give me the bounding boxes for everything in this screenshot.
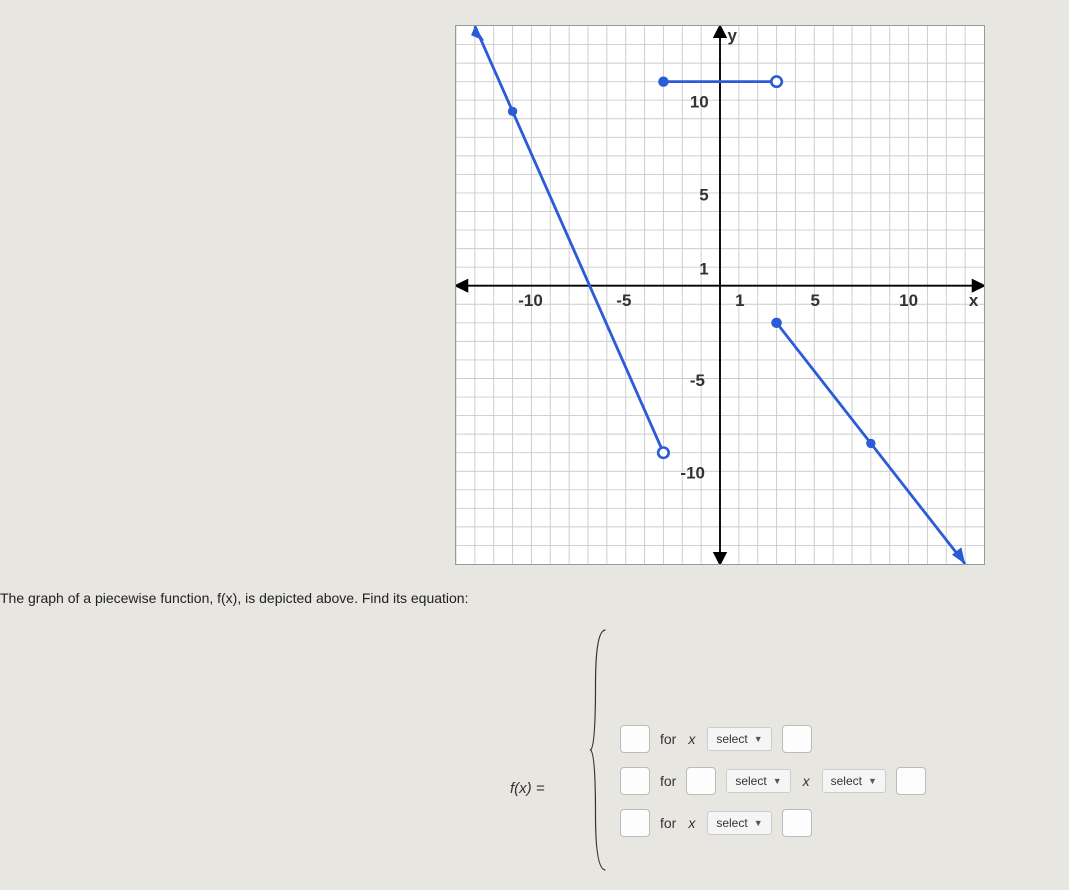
ytick-neg10: -10 <box>680 464 705 483</box>
select-label-2b: select <box>831 774 862 788</box>
select-label-1: select <box>716 732 747 746</box>
graph-panel: -10 -5 1 5 10 10 5 1 -5 -10 y x <box>455 25 985 565</box>
select-label-3: select <box>716 816 747 830</box>
xtick-neg10: -10 <box>518 291 543 310</box>
xtick-neg5: -5 <box>616 291 631 310</box>
chevron-down-icon: ▼ <box>754 734 763 744</box>
chevron-down-icon: ▼ <box>773 776 782 786</box>
x-var-3: x <box>688 815 695 831</box>
ytick-1: 1 <box>699 260 708 279</box>
piece-row-2: for select ▼ x select ▼ <box>620 767 926 795</box>
value-input-3[interactable] <box>782 809 812 837</box>
value-input-2b[interactable] <box>896 767 926 795</box>
fx-label: f(x) = <box>510 780 545 797</box>
piece-row-1: for x select ▼ <box>620 725 926 753</box>
value-input-2a[interactable] <box>686 767 716 795</box>
select-label-2a: select <box>735 774 766 788</box>
operator-select-1[interactable]: select ▼ <box>707 727 771 751</box>
value-input-1[interactable] <box>782 725 812 753</box>
brace-icon <box>588 625 613 875</box>
graph-svg: -10 -5 1 5 10 10 5 1 -5 -10 y x <box>456 26 984 564</box>
ytick-10: 10 <box>690 93 709 112</box>
operator-select-3[interactable]: select ▼ <box>707 811 771 835</box>
for-label-3: for <box>660 815 676 831</box>
y-axis-label: y <box>728 26 738 45</box>
x-axis-label: x <box>969 291 979 310</box>
x-var-1: x <box>688 731 695 747</box>
problem-prompt: The graph of a piecewise function, f(x),… <box>0 590 469 606</box>
expression-input-1[interactable] <box>620 725 650 753</box>
chevron-down-icon: ▼ <box>754 818 763 828</box>
expression-input-3[interactable] <box>620 809 650 837</box>
chevron-down-icon: ▼ <box>868 776 877 786</box>
piece-row-3: for x select ▼ <box>620 809 926 837</box>
x-var-2: x <box>803 773 810 789</box>
xtick-5: 5 <box>811 291 820 310</box>
for-label-1: for <box>660 731 676 747</box>
equation-block: f(x) = for x select ▼ for select ▼ x <box>510 615 1069 885</box>
operator-select-2b[interactable]: select ▼ <box>822 769 886 793</box>
operator-select-2a[interactable]: select ▼ <box>726 769 790 793</box>
xtick-10: 10 <box>899 291 918 310</box>
ytick-5: 5 <box>699 186 708 205</box>
ytick-neg5: -5 <box>690 371 705 390</box>
xtick-1: 1 <box>735 291 744 310</box>
expression-input-2[interactable] <box>620 767 650 795</box>
for-label-2: for <box>660 773 676 789</box>
